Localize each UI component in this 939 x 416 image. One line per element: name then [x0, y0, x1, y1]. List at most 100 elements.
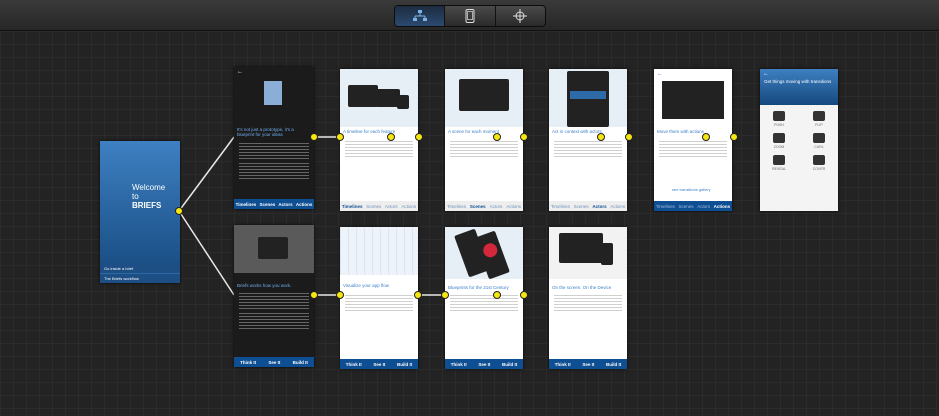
connector-dot[interactable]: [730, 133, 738, 141]
view-mode-segmented-control[interactable]: [394, 5, 546, 27]
connector-dot[interactable]: [310, 133, 318, 141]
tab-actors[interactable]: Actors: [490, 204, 503, 209]
tab-bar: Think It See It Build It: [549, 359, 627, 369]
tab-actions[interactable]: Actions: [296, 202, 313, 207]
scene-timeline[interactable]: A timeline for each feature Timelines Sce…: [340, 69, 418, 211]
connector-dot[interactable]: [387, 133, 395, 141]
transition-curl[interactable]: CURL: [804, 133, 834, 149]
tab-bar: Timelines Scenes Actors Actions: [234, 199, 314, 209]
transition-reveal[interactable]: REVEAL: [764, 155, 794, 171]
connector-dot[interactable]: [310, 291, 318, 299]
start-menu: Go inside a brief The Briefs workflow: [100, 264, 180, 283]
connector-dot[interactable]: [441, 291, 449, 299]
hierarchy-view-button[interactable]: [395, 6, 446, 26]
tab-scenes[interactable]: Scenes: [366, 204, 381, 209]
tab-see-it[interactable]: See It: [478, 362, 490, 367]
scene-blueprints[interactable]: Blueprints for the 21st Century Think It…: [445, 227, 523, 369]
tab-timelines[interactable]: Timelines: [236, 202, 257, 207]
scene-actors[interactable]: Act in context with actors Timelines Scen…: [549, 69, 627, 211]
tab-build-it[interactable]: Build It: [606, 362, 621, 367]
tab-actors[interactable]: Actors: [385, 204, 398, 209]
scene-moment[interactable]: A scene for each moment Timelines Scenes A…: [445, 69, 523, 211]
scene-prototype-blueprint[interactable]: ← It's not just a prototype, it's a blue…: [234, 67, 314, 209]
tab-see-it[interactable]: See It: [268, 360, 280, 365]
connector-dot[interactable]: [414, 291, 422, 299]
tab-bar: Think It See It Build It: [445, 359, 523, 369]
transition-zoom[interactable]: ZOOM: [764, 133, 794, 149]
connector-dot[interactable]: [493, 291, 501, 299]
wireframe-image: [340, 227, 418, 275]
laptop-phone-image: [549, 227, 627, 279]
connector-dot[interactable]: [520, 291, 528, 299]
tab-actions[interactable]: Actions: [401, 204, 416, 209]
tab-scenes[interactable]: Scenes: [679, 204, 694, 209]
scene-heading: Visualize your app flow: [343, 283, 389, 288]
tab-timelines[interactable]: Timelines: [342, 204, 363, 209]
back-arrow-icon: ←: [763, 71, 769, 77]
transitions-gallery-link[interactable]: see transitions gallery: [672, 187, 711, 192]
tab-build-it[interactable]: Build It: [397, 362, 412, 367]
tab-think-it[interactable]: Think It: [451, 362, 467, 367]
scene-on-device[interactable]: On the screen. On the Device Think It See…: [549, 227, 627, 369]
device-view-button[interactable]: [445, 6, 496, 26]
phone-image: [549, 69, 627, 127]
tab-timelines[interactable]: Timelines: [656, 204, 675, 209]
tab-build-it[interactable]: Build It: [293, 360, 308, 365]
tab-actions[interactable]: Actions: [714, 204, 731, 209]
tab-actors[interactable]: Actors: [278, 202, 292, 207]
tab-bar: Think It See It Build It: [340, 359, 418, 369]
tab-actions[interactable]: Actions: [506, 204, 521, 209]
scene-how-you-work[interactable]: Briefs works how you work. Think It See I…: [234, 225, 314, 367]
connector-dot[interactable]: [415, 133, 423, 141]
connector-dot[interactable]: [336, 133, 344, 141]
document-icon: [264, 81, 282, 105]
tab-scenes[interactable]: Scenes: [259, 202, 275, 207]
hotspot-view-button[interactable]: [496, 6, 545, 26]
toolbar: [0, 0, 939, 31]
start-scene[interactable]: Welcome to BRIEFS Go inside a brief The Br…: [100, 141, 180, 283]
tab-scenes[interactable]: Scenes: [470, 204, 486, 209]
scene-app-flow[interactable]: Visualize your app flow Think It See It Bu…: [340, 227, 418, 369]
tab-see-it[interactable]: See It: [373, 362, 385, 367]
body-text: [239, 163, 309, 181]
scene-heading: On the screen. On the Device: [552, 285, 612, 290]
phone-icon: [465, 9, 475, 23]
tab-bar: Timelines Scenes Actors Actions: [549, 201, 627, 211]
tab-think-it[interactable]: Think It: [240, 360, 256, 365]
tab-scenes[interactable]: Scenes: [574, 204, 589, 209]
transition-flip[interactable]: FLIP: [804, 111, 834, 127]
transition-cover[interactable]: COVER: [804, 155, 834, 171]
tab-bar: Timelines Scenes Actors Actions: [445, 201, 523, 211]
tab-think-it[interactable]: Think It: [346, 362, 362, 367]
tab-timelines[interactable]: Timelines: [447, 204, 466, 209]
menu-item-go-inside[interactable]: Go inside a brief: [100, 264, 180, 274]
devices-image: [340, 69, 418, 127]
connector-dot[interactable]: [493, 133, 501, 141]
scene-heading: A scene for each moment: [448, 129, 500, 134]
scene-heading: A timeline for each feature: [343, 129, 396, 134]
tab-actions[interactable]: Actions: [610, 204, 625, 209]
transition-push[interactable]: PUSH: [764, 111, 794, 127]
connector-dot[interactable]: [336, 291, 344, 299]
connector-dot[interactable]: [702, 133, 710, 141]
connector-dot[interactable]: [597, 133, 605, 141]
tab-think-it[interactable]: Think It: [555, 362, 571, 367]
connector-dot[interactable]: [520, 133, 528, 141]
tab-timelines[interactable]: Timelines: [551, 204, 570, 209]
scene-heading: Briefs works how you work.: [237, 283, 292, 288]
tab-see-it[interactable]: See It: [582, 362, 594, 367]
body-text: [554, 141, 622, 159]
scene-actions[interactable]: ← Move them with actions see transitions…: [654, 69, 732, 211]
connector-dot[interactable]: [625, 133, 633, 141]
scene-transitions[interactable]: ← Get things moving with transitions PUS…: [760, 69, 838, 211]
back-arrow-icon: ←: [237, 69, 243, 75]
tab-build-it[interactable]: Build It: [502, 362, 517, 367]
scene-heading: Act in context with actors: [552, 129, 602, 134]
back-arrow-icon: ←: [657, 71, 663, 77]
tab-actors[interactable]: Actors: [592, 204, 606, 209]
menu-item-workflow[interactable]: The Briefs workflow: [100, 274, 180, 283]
canvas[interactable]: Welcome to BRIEFS Go inside a brief The Br…: [0, 31, 939, 416]
tab-actors[interactable]: Actors: [697, 204, 710, 209]
connector-dot[interactable]: [175, 207, 183, 215]
transitions-header: ← Get things moving with transitions: [760, 69, 838, 105]
